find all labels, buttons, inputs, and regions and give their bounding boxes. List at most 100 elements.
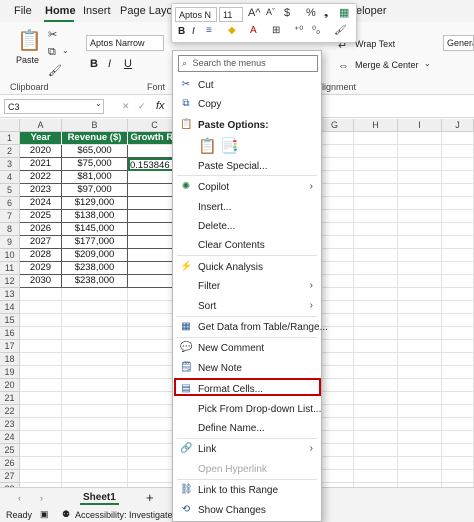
- row-header[interactable]: 1: [0, 132, 20, 145]
- row-header[interactable]: 9: [0, 236, 20, 249]
- cell[interactable]: [398, 197, 442, 210]
- cell[interactable]: [398, 353, 442, 366]
- cell[interactable]: [354, 366, 398, 379]
- cell[interactable]: [20, 327, 62, 340]
- cell[interactable]: [442, 171, 474, 184]
- menu-item-quick-analysis[interactable]: ⚡ Quick Analysis: [173, 258, 321, 277]
- paste-icon[interactable]: 📋: [17, 28, 42, 53]
- chevron-down-icon[interactable]: ⌄: [95, 99, 102, 108]
- menu-item-copilot[interactable]: ✺ Copilot ›: [173, 178, 321, 197]
- data-cell[interactable]: 2030: [20, 275, 62, 288]
- cell[interactable]: [354, 392, 398, 405]
- cell[interactable]: [442, 353, 474, 366]
- cell[interactable]: [442, 236, 474, 249]
- column-header-h[interactable]: H: [354, 119, 398, 132]
- data-cell[interactable]: 2025: [20, 210, 62, 223]
- cell[interactable]: [398, 262, 442, 275]
- cell[interactable]: [398, 236, 442, 249]
- data-cell[interactable]: 2022: [20, 171, 62, 184]
- cell[interactable]: [20, 444, 62, 457]
- cell[interactable]: [442, 379, 474, 392]
- row-header[interactable]: 5: [0, 184, 20, 197]
- row-header[interactable]: 20: [0, 379, 20, 392]
- increase-decimal-icon[interactable]: ⁺⁰: [294, 25, 303, 36]
- cell[interactable]: [398, 288, 442, 301]
- cell[interactable]: [354, 301, 398, 314]
- fill-color-icon[interactable]: ◆: [228, 25, 236, 36]
- data-cell[interactable]: $209,000: [62, 249, 128, 262]
- cell[interactable]: [62, 301, 128, 314]
- cell[interactable]: [354, 158, 398, 171]
- cell[interactable]: [354, 379, 398, 392]
- cell[interactable]: [398, 470, 442, 483]
- cell[interactable]: [354, 444, 398, 457]
- menu-item-new-note[interactable]: 🗒 New Note: [173, 359, 321, 378]
- cell[interactable]: [398, 171, 442, 184]
- menu-item-define-name[interactable]: Define Name...: [173, 419, 321, 438]
- add-sheet-button[interactable]: +: [146, 490, 154, 505]
- font-name-box[interactable]: Aptos Narrow: [86, 35, 164, 51]
- column-header-i[interactable]: I: [398, 119, 442, 132]
- underline-button[interactable]: U: [124, 58, 132, 70]
- tab-file[interactable]: File: [14, 5, 32, 17]
- cell[interactable]: [354, 262, 398, 275]
- mini-italic-button[interactable]: I: [192, 26, 195, 37]
- row-header[interactable]: 2: [0, 145, 20, 158]
- mini-font-name-box[interactable]: Aptos N: [175, 7, 217, 22]
- cancel-icon[interactable]: ✕: [122, 101, 130, 112]
- tab-insert[interactable]: Insert: [83, 5, 111, 17]
- cell[interactable]: [20, 301, 62, 314]
- decrease-decimal-icon[interactable]: ⁰₀: [312, 25, 320, 36]
- cell[interactable]: [62, 288, 128, 301]
- data-cell[interactable]: $238,000: [62, 262, 128, 275]
- cell[interactable]: [354, 327, 398, 340]
- menu-item-link[interactable]: 🔗 Link ›: [173, 440, 321, 459]
- percent-button[interactable]: %: [306, 7, 316, 19]
- menu-item-show-changes[interactable]: ⟲ Show Changes: [173, 501, 321, 520]
- row-header[interactable]: 19: [0, 366, 20, 379]
- data-cell[interactable]: 2029: [20, 262, 62, 275]
- row-header[interactable]: 18: [0, 353, 20, 366]
- data-cell[interactable]: 2020: [20, 145, 62, 158]
- paste-label[interactable]: Paste: [16, 55, 39, 65]
- cell[interactable]: [442, 197, 474, 210]
- increase-font-icon[interactable]: A^: [248, 7, 261, 19]
- cell[interactable]: [442, 275, 474, 288]
- menu-item-insert[interactable]: Insert...: [173, 198, 321, 217]
- row-header[interactable]: 6: [0, 197, 20, 210]
- cell[interactable]: [20, 340, 62, 353]
- cell[interactable]: [398, 184, 442, 197]
- data-cell[interactable]: $129,000: [62, 197, 128, 210]
- paste-values-icon[interactable]: 📑: [220, 137, 239, 155]
- cell[interactable]: [62, 470, 128, 483]
- row-header[interactable]: 11: [0, 262, 20, 275]
- row-header[interactable]: 25: [0, 444, 20, 457]
- row-header[interactable]: 12: [0, 275, 20, 288]
- column-header-a[interactable]: A: [20, 119, 62, 132]
- row-header[interactable]: 15: [0, 314, 20, 327]
- cell[interactable]: [354, 223, 398, 236]
- cell[interactable]: [442, 249, 474, 262]
- scroll-right-icon[interactable]: ›: [40, 493, 43, 503]
- cell[interactable]: [62, 340, 128, 353]
- chevron-down-icon[interactable]: ⌄: [62, 46, 69, 55]
- cell[interactable]: [442, 314, 474, 327]
- cell[interactable]: [398, 132, 442, 145]
- merge-icon[interactable]: ⇔: [338, 60, 349, 72]
- menu-item-link-to-range[interactable]: ⛓ Link to this Range: [173, 481, 321, 500]
- cell[interactable]: [20, 379, 62, 392]
- cell[interactable]: [442, 262, 474, 275]
- select-all-corner[interactable]: [0, 119, 20, 132]
- cell[interactable]: [442, 444, 474, 457]
- cell[interactable]: [398, 444, 442, 457]
- cell[interactable]: [398, 418, 442, 431]
- scroll-left-icon[interactable]: ‹: [18, 493, 21, 503]
- row-header[interactable]: 26: [0, 457, 20, 470]
- cell[interactable]: [62, 457, 128, 470]
- sheet-tab-sheet1[interactable]: Sheet1: [80, 492, 119, 505]
- cell[interactable]: [20, 431, 62, 444]
- cell[interactable]: [62, 366, 128, 379]
- cell[interactable]: [398, 275, 442, 288]
- menu-item-clear-contents[interactable]: Clear Contents: [173, 236, 321, 255]
- cell[interactable]: [354, 431, 398, 444]
